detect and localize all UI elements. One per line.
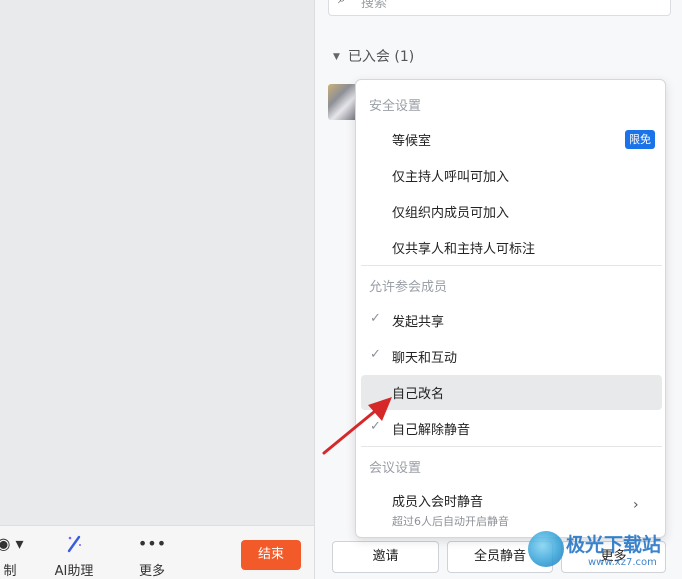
- search-icon: ⌕: [338, 0, 346, 7]
- menu-item-start-sharing[interactable]: ✓ 发起共享: [361, 303, 662, 338]
- menu-item-annotate-restriction[interactable]: 仅共享人和主持人可标注: [361, 230, 662, 265]
- caret-down-icon: ▼: [333, 52, 340, 62]
- more-dots-icon: •••: [137, 534, 167, 553]
- meeting-toolbar: ◉ ▾ 制 AI助理 ••• 更多 结束: [0, 525, 314, 579]
- record-label: 制: [3, 564, 17, 579]
- allow-section-header: 允许参会成员: [369, 280, 448, 295]
- menu-item-label: 自己改名: [392, 387, 445, 402]
- menu-item-label: 聊天和互动: [392, 351, 458, 366]
- menu-item-label: 自己解除静音: [392, 423, 471, 438]
- invite-button[interactable]: 邀请: [332, 541, 439, 573]
- security-settings-menu: 安全设置 等候室 限免 仅主持人呼叫可加入 仅组织内成员可加入 仅共享人和主持人…: [355, 79, 666, 538]
- menu-item-label: 仅共享人和主持人可标注: [392, 242, 536, 257]
- menu-item-rename-self[interactable]: 自己改名: [361, 375, 662, 410]
- joined-group-label: 已入会 (1): [347, 49, 415, 65]
- meeting-video-area: ◉ ▾ 制 AI助理 ••• 更多 结束: [0, 0, 314, 579]
- site-watermark: 极光下载站 www.xz7.com: [522, 524, 682, 576]
- annotation-arrow: [322, 397, 392, 455]
- watermark-url: www.xz7.com: [588, 557, 657, 568]
- menu-item-waiting-room[interactable]: 等候室 限免: [361, 122, 662, 157]
- avatar[interactable]: [328, 84, 358, 120]
- menu-item-label: 等候室: [392, 134, 432, 149]
- search-placeholder: 搜索: [361, 0, 388, 11]
- watermark-title: 极光下载站: [566, 534, 662, 556]
- record-button[interactable]: ◉ ▾ 制: [0, 532, 30, 579]
- meeting-section-header: 会议设置: [369, 461, 422, 476]
- menu-item-self-unmute[interactable]: ✓ 自己解除静音: [361, 411, 662, 446]
- watermark-logo-icon: [528, 531, 564, 567]
- menu-divider: [361, 265, 662, 266]
- participant-search-input[interactable]: ⌕ 搜索: [328, 0, 671, 16]
- free-badge: 限免: [625, 130, 655, 149]
- joined-group-header[interactable]: ▼ 已入会 (1): [333, 46, 414, 66]
- menu-divider: [361, 446, 662, 447]
- ai-assistant-label: AI助理: [54, 564, 94, 579]
- record-icon: ◉ ▾: [0, 534, 24, 553]
- menu-item-sublabel: 超过6人后自动开启静音: [392, 515, 509, 528]
- menu-item-label: 发起共享: [392, 315, 445, 330]
- end-meeting-button[interactable]: 结束: [241, 540, 301, 570]
- ai-assistant-button[interactable]: AI助理: [50, 532, 98, 579]
- menu-item-org-members-only[interactable]: 仅组织内成员可加入: [361, 194, 662, 229]
- security-section-header: 安全设置: [369, 99, 422, 114]
- more-button[interactable]: ••• 更多: [132, 532, 172, 579]
- check-icon: ✓: [370, 347, 381, 362]
- menu-item-chat[interactable]: ✓ 聊天和互动: [361, 339, 662, 374]
- more-label: 更多: [138, 564, 165, 579]
- menu-item-label: 成员入会时静音: [392, 495, 484, 510]
- ai-wand-icon: [50, 532, 98, 556]
- chevron-right-icon: ›: [633, 497, 639, 513]
- menu-item-label: 仅主持人呼叫可加入: [392, 170, 510, 185]
- menu-item-host-call-only[interactable]: 仅主持人呼叫可加入: [361, 158, 662, 193]
- check-icon: ✓: [370, 311, 381, 326]
- menu-item-label: 仅组织内成员可加入: [392, 206, 510, 221]
